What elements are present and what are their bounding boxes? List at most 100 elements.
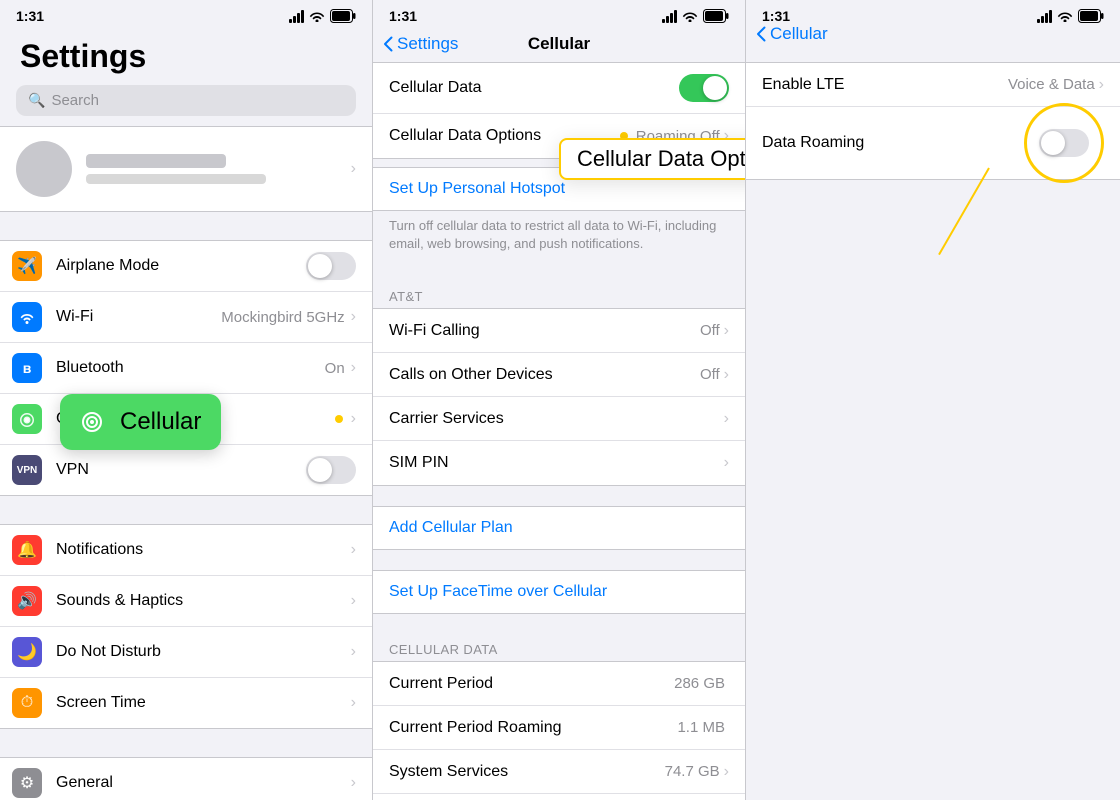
bluetooth-value: On (325, 360, 345, 377)
carrier-services-label: Carrier Services (389, 410, 724, 428)
settings-title: Settings (0, 30, 372, 81)
bluetooth-label: Bluetooth (56, 359, 325, 377)
connectivity-group: ✈️ Airplane Mode Wi-Fi Mockingbird 5GHz … (0, 240, 372, 496)
screentime-chevron: › (351, 694, 356, 712)
status-bar-p1: 1:31 (0, 0, 372, 30)
vpn-toggle[interactable] (306, 456, 356, 484)
system-group: ⚙ General › ⊞ Control Center › (0, 757, 372, 800)
current-period-roaming-value: 1.1 MB (677, 719, 725, 736)
bluetooth-icon: ʙ (12, 353, 42, 383)
notifications-label: Notifications (56, 541, 351, 559)
cellular-data-row[interactable]: Cellular Data (373, 63, 745, 114)
wifi-row-icon (12, 302, 42, 332)
personal-group: 🔔 Notifications › 🔊 Sounds & Haptics › 🌙… (0, 524, 372, 729)
vpn-label: VPN (56, 461, 306, 479)
cellular-callout: Cellular (60, 394, 221, 450)
profile-name-blur (86, 154, 226, 168)
add-cellular-text: Add Cellular Plan (389, 519, 513, 537)
cellular-yellow-dot (335, 415, 343, 423)
cellular-panel: 1:31 Settings Cellular (373, 0, 746, 800)
wifi-icon-p2 (682, 10, 698, 22)
setup-facetime-row[interactable]: Set Up FaceTime over Cellular (373, 570, 745, 614)
airplane-label: Airplane Mode (56, 257, 306, 275)
status-icons-p1 (289, 9, 356, 23)
status-bar-p2: 1:31 (373, 0, 745, 30)
settings-row-airplane[interactable]: ✈️ Airplane Mode (0, 241, 372, 292)
calls-other-devices-value: Off (700, 366, 720, 383)
settings-row-notifications[interactable]: 🔔 Notifications › (0, 525, 372, 576)
vpn-icon: VPN (12, 455, 42, 485)
carrier-services-row[interactable]: Carrier Services › (373, 397, 745, 441)
data-roaming-label: Data Roaming (762, 134, 1024, 152)
sounds-icon: 🔊 (12, 586, 42, 616)
sim-pin-row[interactable]: SIM PIN › (373, 441, 745, 485)
facebook-row[interactable]: f Facebook (373, 794, 745, 800)
wifi-calling-value: Off (700, 322, 720, 339)
notifications-chevron: › (351, 541, 356, 559)
cellular-desc: Turn off cellular data to restrict all d… (373, 211, 745, 261)
wifi-calling-chevron: › (724, 322, 729, 340)
settings-row-vpn[interactable]: VPN VPN (0, 445, 372, 495)
battery-icon-p1 (330, 9, 356, 23)
settings-row-sounds[interactable]: 🔊 Sounds & Haptics › (0, 576, 372, 627)
settings-row-dnd[interactable]: 🌙 Do Not Disturb › (0, 627, 372, 678)
sounds-chevron: › (351, 592, 356, 610)
cdo-panel: 1:31 Cellular (746, 0, 1120, 800)
search-bar[interactable]: 🔍 Search (16, 85, 356, 116)
settings-row-bluetooth[interactable]: ʙ Bluetooth On › (0, 343, 372, 394)
status-time-p3: 1:31 (762, 8, 790, 24)
settings-scroll: ✈️ Airplane Mode Wi-Fi Mockingbird 5GHz … (0, 220, 372, 800)
general-chevron: › (351, 774, 356, 792)
system-services-value: 74.7 GB (665, 763, 720, 780)
current-period-row: Current Period 286 GB (373, 662, 745, 706)
wifi-icon-p1 (309, 10, 325, 22)
carrier-services-chevron: › (724, 410, 729, 428)
search-placeholder: Search (51, 92, 99, 109)
calls-other-devices-label: Calls on Other Devices (389, 366, 700, 384)
cellular-data-stats-section: Current Period 286 GB Current Period Roa… (373, 661, 745, 800)
wifi-calling-row[interactable]: Wi-Fi Calling Off › (373, 309, 745, 353)
cdo-section: Enable LTE Voice & Data › Data Roaming (746, 62, 1120, 180)
add-cellular-row[interactable]: Add Cellular Plan (373, 506, 745, 550)
profile-section[interactable]: › (0, 126, 372, 212)
cdo-scroll: Enable LTE Voice & Data › Data Roaming (746, 42, 1120, 800)
settings-row-wifi[interactable]: Wi-Fi Mockingbird 5GHz › (0, 292, 372, 343)
calls-other-devices-row[interactable]: Calls on Other Devices Off › (373, 353, 745, 397)
hotspot-link-text: Set Up Personal Hotspot (389, 180, 565, 198)
wifi-chevron: › (351, 308, 356, 326)
data-roaming-toggle[interactable] (1039, 129, 1089, 157)
battery-icon-p3 (1078, 9, 1104, 23)
system-services-row[interactable]: System Services 74.7 GB › (373, 750, 745, 794)
nav-title-p2: Cellular (528, 34, 590, 54)
back-chevron-icon-p3 (756, 26, 766, 42)
status-icons-p2 (662, 9, 729, 23)
calls-other-devices-chevron: › (724, 366, 729, 384)
wifi-value: Mockingbird 5GHz (221, 309, 344, 326)
search-icon: 🔍 (28, 92, 45, 109)
nav-bar-p3: Cellular (746, 30, 1120, 42)
settings-row-screentime[interactable]: ⏱ Screen Time › (0, 678, 372, 728)
cellular-data-toggle[interactable] (679, 74, 729, 102)
profile-sub-blur (86, 174, 266, 184)
cdo-callout: Cellular Data Options (559, 138, 746, 180)
nav-bar-p2: Settings Cellular (373, 30, 745, 62)
cellular-callout-text: Cellular (120, 408, 201, 436)
enable-lte-value: Voice & Data (1008, 76, 1095, 93)
nav-back-p3[interactable]: Cellular (756, 24, 828, 44)
setup-facetime-text: Set Up FaceTime over Cellular (389, 583, 607, 601)
settings-row-general[interactable]: ⚙ General › (0, 758, 372, 800)
data-roaming-row[interactable]: Data Roaming (746, 107, 1120, 179)
cdo-callout-text: Cellular Data Options (577, 146, 746, 171)
settings-panel: 1:31 Settings 🔍 Search (0, 0, 373, 800)
signal-bars-p1 (289, 10, 304, 23)
nav-back-p2[interactable]: Settings (383, 34, 458, 54)
notifications-icon: 🔔 (12, 535, 42, 565)
airplane-toggle[interactable] (306, 252, 356, 280)
cellular-data-label: Cellular Data (389, 79, 679, 97)
enable-lte-row[interactable]: Enable LTE Voice & Data › (746, 63, 1120, 107)
battery-icon-p2 (703, 9, 729, 23)
airplane-icon: ✈️ (12, 251, 42, 281)
wifi-label: Wi-Fi (56, 308, 221, 326)
data-roaming-toggle-wrapper (1024, 118, 1104, 168)
current-period-label: Current Period (389, 675, 674, 693)
